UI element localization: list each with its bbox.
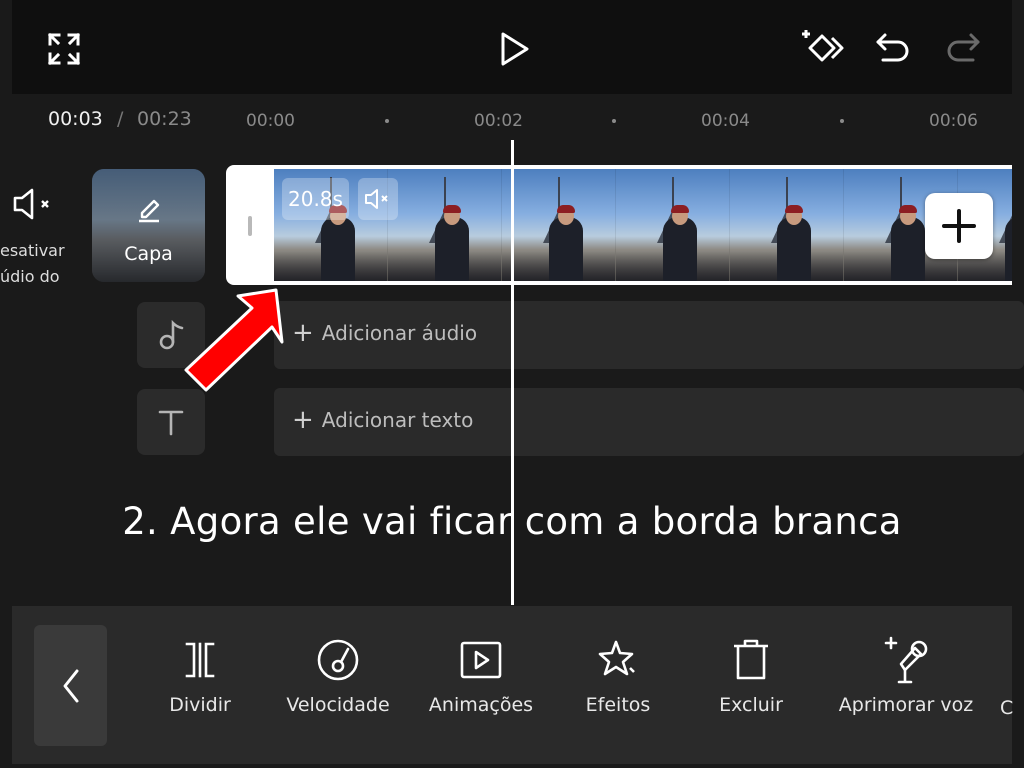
tick-dot — [612, 119, 616, 123]
text-track-icon[interactable] — [137, 389, 205, 455]
undo-icon[interactable] — [872, 28, 914, 68]
tutorial-caption: 2. Agora ele vai ficar com a borda branc… — [122, 500, 902, 543]
clip-frame — [388, 169, 502, 281]
audio-track-icon[interactable] — [137, 302, 205, 368]
time-separator: / — [117, 108, 124, 130]
delete-label: Excluir — [719, 694, 783, 716]
mute-label: esativar údio do — [0, 241, 65, 286]
effects-icon — [596, 630, 640, 690]
tick-label: 00:06 — [929, 111, 978, 131]
play-icon[interactable] — [494, 28, 534, 70]
current-time: 00:03 — [48, 108, 103, 130]
enhance-voice-icon — [881, 630, 931, 690]
edit-icon — [136, 195, 162, 227]
animation-icon — [459, 630, 503, 690]
clip-frame — [502, 169, 616, 281]
animations-label: Animações — [428, 694, 534, 716]
delete-button[interactable]: Excluir — [704, 630, 798, 716]
animations-button[interactable]: Animações — [418, 630, 544, 716]
text-icon — [158, 410, 184, 436]
effects-button[interactable]: Efeitos — [570, 630, 666, 716]
split-label: Dividir — [169, 694, 231, 716]
clip-frame — [730, 169, 844, 281]
tick-label: 00:04 — [701, 111, 750, 131]
add-clip-button[interactable] — [925, 193, 993, 259]
tick-label: 00:00 — [246, 111, 295, 131]
split-icon — [183, 630, 217, 690]
chevron-left-icon — [63, 669, 78, 702]
enhance-voice-button[interactable]: Aprimorar voz — [826, 630, 986, 716]
fullscreen-icon[interactable] — [44, 30, 84, 68]
cover-thumbnail[interactable]: Capa — [92, 169, 205, 282]
enhance-voice-label: Aprimorar voz — [838, 694, 974, 716]
total-time: 00:23 — [137, 108, 192, 130]
tick-dot — [840, 119, 844, 123]
add-text-track[interactable]: + Adicionar texto — [274, 388, 1024, 456]
effects-label: Efeitos — [585, 694, 651, 716]
plus-icon — [942, 209, 976, 243]
keyframe-icon[interactable] — [800, 26, 850, 70]
tick-dot — [385, 119, 389, 123]
tick-label: 00:02 — [474, 111, 523, 131]
clip-trim-handle[interactable] — [248, 216, 252, 236]
plus-icon: + — [292, 405, 314, 435]
clip-duration-badge: 20.8s — [282, 178, 349, 220]
add-audio-button[interactable]: + Adicionar áudio — [292, 318, 478, 348]
cut-off-tool-label[interactable]: C — [1000, 697, 1024, 719]
speed-label: Velocidade — [286, 694, 390, 716]
speaker-muted-icon — [12, 186, 56, 222]
delete-icon — [731, 630, 771, 690]
redo-icon[interactable] — [942, 28, 984, 68]
mute-clip-audio-button[interactable]: esativar údio do — [0, 186, 80, 286]
clip-duration: 20.8s — [288, 187, 343, 211]
clip-muted-icon — [358, 178, 398, 220]
speed-icon — [315, 630, 361, 690]
cover-label: Capa — [124, 243, 173, 265]
add-text-label: Adicionar texto — [321, 408, 474, 432]
plus-icon: + — [292, 318, 314, 348]
add-audio-track[interactable]: + Adicionar áudio — [274, 301, 1024, 369]
music-note-icon — [159, 319, 184, 350]
split-button[interactable]: Dividir — [160, 630, 240, 716]
add-audio-label: Adicionar áudio — [321, 321, 478, 345]
speed-button[interactable]: Velocidade — [275, 630, 401, 716]
add-text-button[interactable]: + Adicionar texto — [292, 405, 474, 435]
clip-frame — [616, 169, 730, 281]
back-button[interactable] — [34, 625, 107, 746]
